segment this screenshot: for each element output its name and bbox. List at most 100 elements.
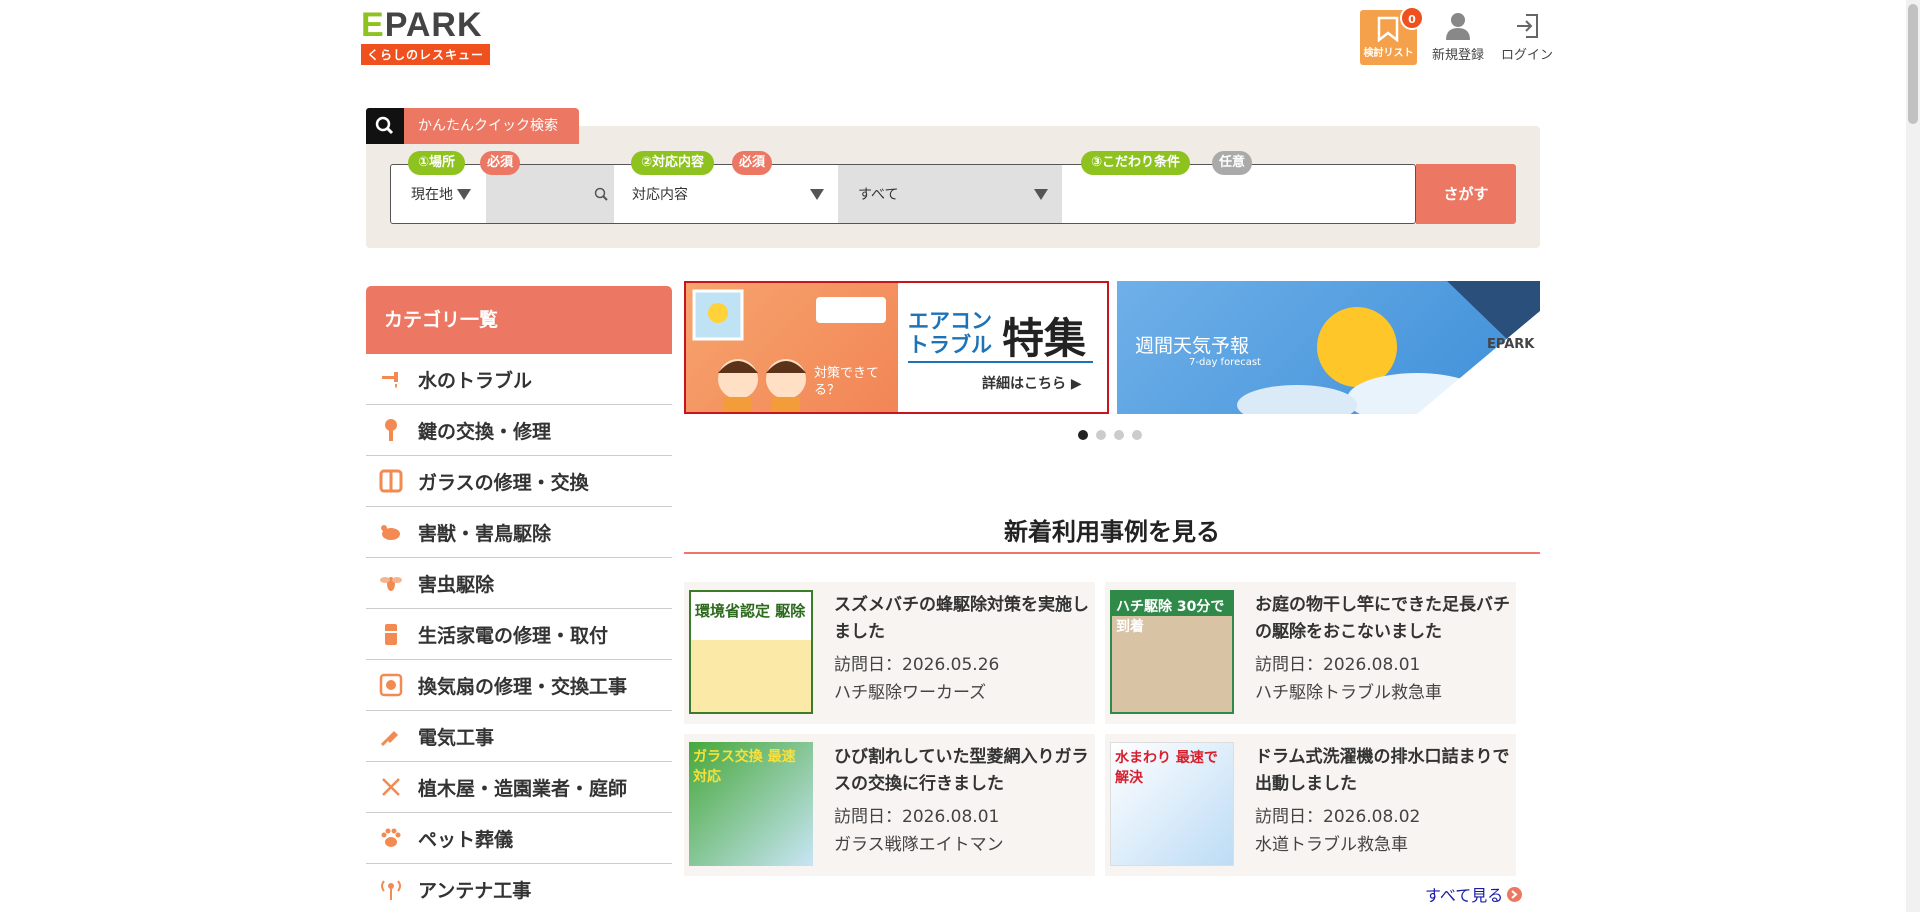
signup-button[interactable]: 新規登録 bbox=[1425, 12, 1491, 63]
logo-word: EPARK bbox=[361, 8, 501, 42]
chevron-down-icon bbox=[1034, 189, 1048, 200]
case-thumbnail-text: 環境省認定 駆除 bbox=[695, 602, 806, 620]
aircon-big: 特集 bbox=[1002, 314, 1087, 363]
scissors-icon bbox=[378, 774, 404, 800]
appliance-icon bbox=[378, 621, 404, 647]
aircon-banner[interactable]: 対策できてる？ エアコン トラブル 特集 詳細はこちら ▶ bbox=[684, 281, 1109, 414]
search-icon bbox=[375, 116, 394, 135]
carousel-dot[interactable] bbox=[1114, 430, 1124, 440]
category-item[interactable]: アンテナ工事 bbox=[366, 864, 672, 912]
signup-label: 新規登録 bbox=[1431, 48, 1484, 63]
weather-title: 週間天気予報 bbox=[1135, 335, 1250, 357]
login-button[interactable]: ログイン bbox=[1497, 12, 1557, 63]
chevron-down-icon bbox=[810, 189, 824, 200]
case-date: 訪問日：2026.08.02 bbox=[1255, 807, 1421, 827]
login-label: ログイン bbox=[1500, 48, 1553, 63]
category-item-label: ペット葬儀 bbox=[418, 828, 514, 851]
case-shop: ハチ駆除ワーカーズ bbox=[834, 683, 987, 703]
category-item[interactable]: 害虫駆除 bbox=[366, 558, 672, 609]
case-shop: 水道トラブル救急車 bbox=[1255, 835, 1408, 855]
weather-banner[interactable]: 週間天気予報 7-day forecast EPARK bbox=[1117, 281, 1540, 414]
category-item-label: ガラスの修理・交換 bbox=[418, 471, 589, 494]
case-thumbnail: ハチ駆除 30分で到着 bbox=[1110, 590, 1234, 714]
category-item-label: 害虫駆除 bbox=[418, 573, 495, 596]
search-form: 現在地 対応内容 すべて bbox=[390, 164, 1416, 224]
aircon-headline-1: エアコン bbox=[908, 309, 992, 333]
carousel-dot[interactable] bbox=[1078, 430, 1088, 440]
case-title: ひび割れしていた型菱網入りガラスの交換に行きました bbox=[834, 747, 1089, 794]
service-select-value: 対応内容 bbox=[632, 187, 688, 203]
carousel-dot[interactable] bbox=[1096, 430, 1106, 440]
category-item[interactable]: 換気扇の修理・交換工事 bbox=[366, 660, 672, 711]
faucet-icon bbox=[378, 366, 404, 392]
condition-optional-tag: 任意 bbox=[1212, 151, 1253, 175]
case-thumbnail-text: ハチ駆除 30分で到着 bbox=[1116, 599, 1225, 635]
category-item-label: 換気扇の修理・交換工事 bbox=[418, 675, 628, 698]
category-item[interactable]: 生活家電の修理・取付 bbox=[366, 609, 672, 660]
category-item[interactable]: 害獣・害鳥駆除 bbox=[366, 507, 672, 558]
case-card[interactable]: ガラス交換 最速対応 ひび割れしていた型菱網入りガラスの交換に行きました 訪問日… bbox=[684, 734, 1095, 876]
category-item-label: 植木屋・造園業者・庭師 bbox=[418, 777, 628, 800]
case-shop: ハチ駆除トラブル救急車 bbox=[1255, 683, 1442, 703]
see-all-link[interactable]: すべて見る bbox=[1425, 882, 1523, 906]
case-card[interactable]: ハチ駆除 30分で到着 お庭の物干し竿にできた足長バチの駆除をおこないました 訪… bbox=[1105, 582, 1516, 724]
case-card[interactable]: 環境省認定 駆除 スズメバチの蜂駆除対策を実施しました 訪問日：2026.05.… bbox=[684, 582, 1095, 724]
user-icon bbox=[1446, 13, 1470, 40]
category-item[interactable]: 植木屋・造園業者・庭師 bbox=[366, 762, 672, 813]
carousel-dot[interactable] bbox=[1132, 430, 1142, 440]
case-card[interactable]: 水まわり 最速で解決 ドラム式洗濯機の排水口詰まりで出動しました 訪問日：202… bbox=[1105, 734, 1516, 876]
category-item[interactable]: 電気工事 bbox=[366, 711, 672, 762]
logo-e: E bbox=[361, 6, 385, 44]
service-tag: ②対応内容 bbox=[631, 151, 715, 175]
scrollbar-thumb[interactable] bbox=[1908, 4, 1918, 124]
case-date: 訪問日：2026.05.26 bbox=[834, 655, 1000, 675]
aircon-more-link[interactable]: 詳細はこちら ▶ bbox=[982, 373, 1082, 393]
category-item-label: 電気工事 bbox=[418, 726, 495, 749]
case-date: 訪問日：2026.08.01 bbox=[1255, 655, 1421, 675]
quick-search-tab[interactable]: かんたんクイック検索 bbox=[404, 108, 579, 144]
category-list: 水のトラブル鍵の交換・修理ガラスの修理・交換害獣・害鳥駆除害虫駆除生活家電の修理… bbox=[366, 354, 672, 912]
bee-icon bbox=[378, 570, 404, 596]
category-item[interactable]: 水のトラブル bbox=[366, 354, 672, 405]
category-item[interactable]: ガラスの修理・交換 bbox=[366, 456, 672, 507]
case-shop: ガラス戦隊エイトマン bbox=[834, 835, 1004, 855]
case-title: お庭の物干し竿にできた足長バチの駆除をおこないました bbox=[1255, 595, 1510, 642]
antenna-icon bbox=[378, 876, 404, 902]
search-button[interactable]: さがす bbox=[1416, 164, 1516, 224]
case-date: 訪問日：2026.08.01 bbox=[834, 807, 1000, 827]
weather-subtitle: 7-day forecast bbox=[1189, 357, 1261, 368]
key-icon bbox=[378, 417, 404, 443]
zoom-icon bbox=[594, 187, 608, 201]
case-thumbnail-text: 水まわり 最速で解決 bbox=[1115, 750, 1218, 786]
wishlist-count-badge: 0 bbox=[1400, 6, 1424, 30]
category-item-label: アンテナ工事 bbox=[418, 879, 532, 902]
category-item-label: 生活家電の修理・取付 bbox=[418, 624, 609, 647]
category-item[interactable]: ペット葬儀 bbox=[366, 813, 672, 864]
category-list-title: カテゴリ一覧 bbox=[366, 286, 672, 354]
page-scrollbar[interactable] bbox=[1906, 0, 1920, 912]
wishlist-label: 検討リスト bbox=[1363, 48, 1414, 59]
arrow-circle-icon bbox=[1507, 886, 1523, 902]
aircon-headline-2: トラブル bbox=[908, 333, 992, 357]
all-select[interactable]: すべて bbox=[838, 165, 1062, 223]
case-thumbnail: ガラス交換 最速対応 bbox=[689, 742, 813, 866]
category-item[interactable]: 鍵の交換・修理 bbox=[366, 405, 672, 456]
rat-icon bbox=[378, 519, 404, 545]
logo-subtitle: くらしのレスキュー bbox=[361, 44, 491, 65]
news-divider bbox=[684, 552, 1540, 554]
carousel-dots bbox=[1078, 430, 1142, 440]
login-icon bbox=[1517, 14, 1538, 38]
epark-logo[interactable]: EPARK くらしのレスキュー bbox=[361, 8, 501, 66]
aircon-banner-illustration: 対策できてる？ bbox=[686, 283, 898, 412]
place-tag: ①場所 bbox=[408, 151, 466, 175]
case-thumbnail: 環境省認定 駆除 bbox=[689, 590, 813, 714]
case-title: スズメバチの蜂駆除対策を実施しました bbox=[834, 595, 1089, 642]
weather-logo: EPARK bbox=[1487, 337, 1535, 352]
plug-icon bbox=[378, 723, 404, 749]
case-title: ドラム式洗濯機の排水口詰まりで出動しました bbox=[1255, 747, 1510, 794]
paw-icon bbox=[378, 825, 404, 851]
search-tab-icon-box bbox=[366, 108, 404, 144]
aircon-question: 対策できてる？ bbox=[814, 366, 880, 398]
category-item-label: 鍵の交換・修理 bbox=[418, 420, 552, 443]
chevron-down-icon bbox=[457, 188, 471, 200]
